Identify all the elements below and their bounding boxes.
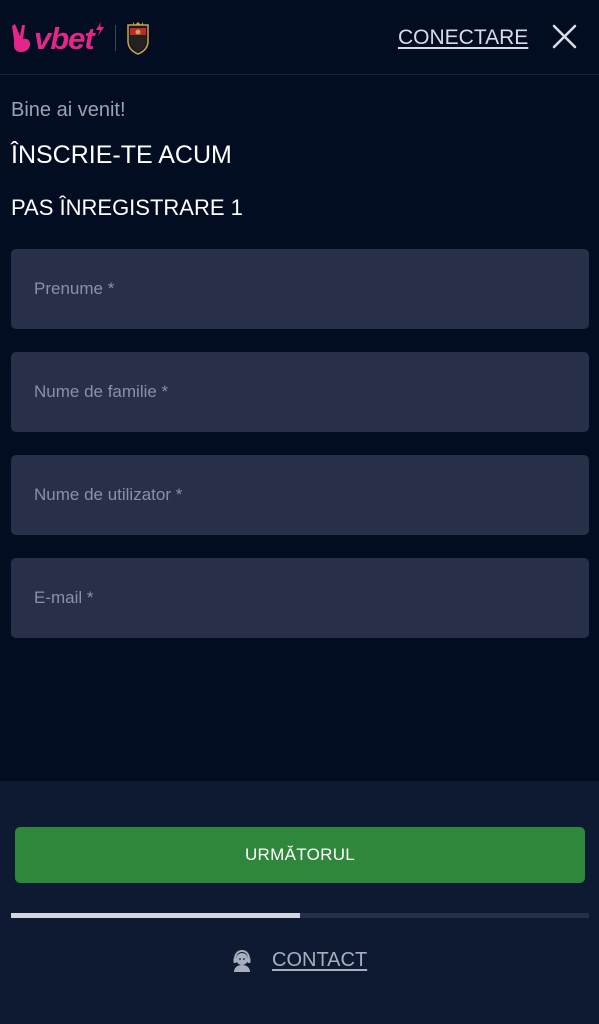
bolt-icon [95, 22, 104, 36]
registration-step: PAS ÎNREGISTRARE 1 [11, 195, 243, 220]
progress-fill [11, 913, 300, 918]
close-icon[interactable] [551, 23, 578, 50]
next-button[interactable]: URMĂTORUL [15, 827, 585, 883]
progress-bar [11, 913, 589, 918]
welcome-text: Bine ai venit! [11, 99, 126, 121]
support-agent-icon [233, 949, 251, 972]
page-title: ÎNSCRIE-TE ACUM [11, 141, 232, 169]
first-name-field[interactable] [11, 249, 589, 329]
vbet-logo[interactable]: vbet [11, 18, 152, 58]
contact-link[interactable]: CONTACT [232, 949, 367, 972]
contact-label: CONTACT [272, 949, 368, 971]
login-link[interactable]: CONECTARE [398, 26, 528, 50]
username-field[interactable] [11, 455, 589, 535]
logo-text: vbet [34, 20, 95, 56]
logo-divider [114, 25, 116, 51]
form-footer: URMĂTORUL CONTACT [0, 781, 599, 1024]
email-field[interactable] [11, 558, 589, 638]
last-name-field[interactable] [11, 352, 589, 432]
header: vbet CONECTARE [0, 0, 599, 75]
club-crest-icon [127, 22, 149, 55]
victory-hand-icon [12, 24, 30, 52]
registration-page: vbet CONECTARE Bine ai venit! ÎNSCRIE-TE… [0, 0, 599, 1024]
